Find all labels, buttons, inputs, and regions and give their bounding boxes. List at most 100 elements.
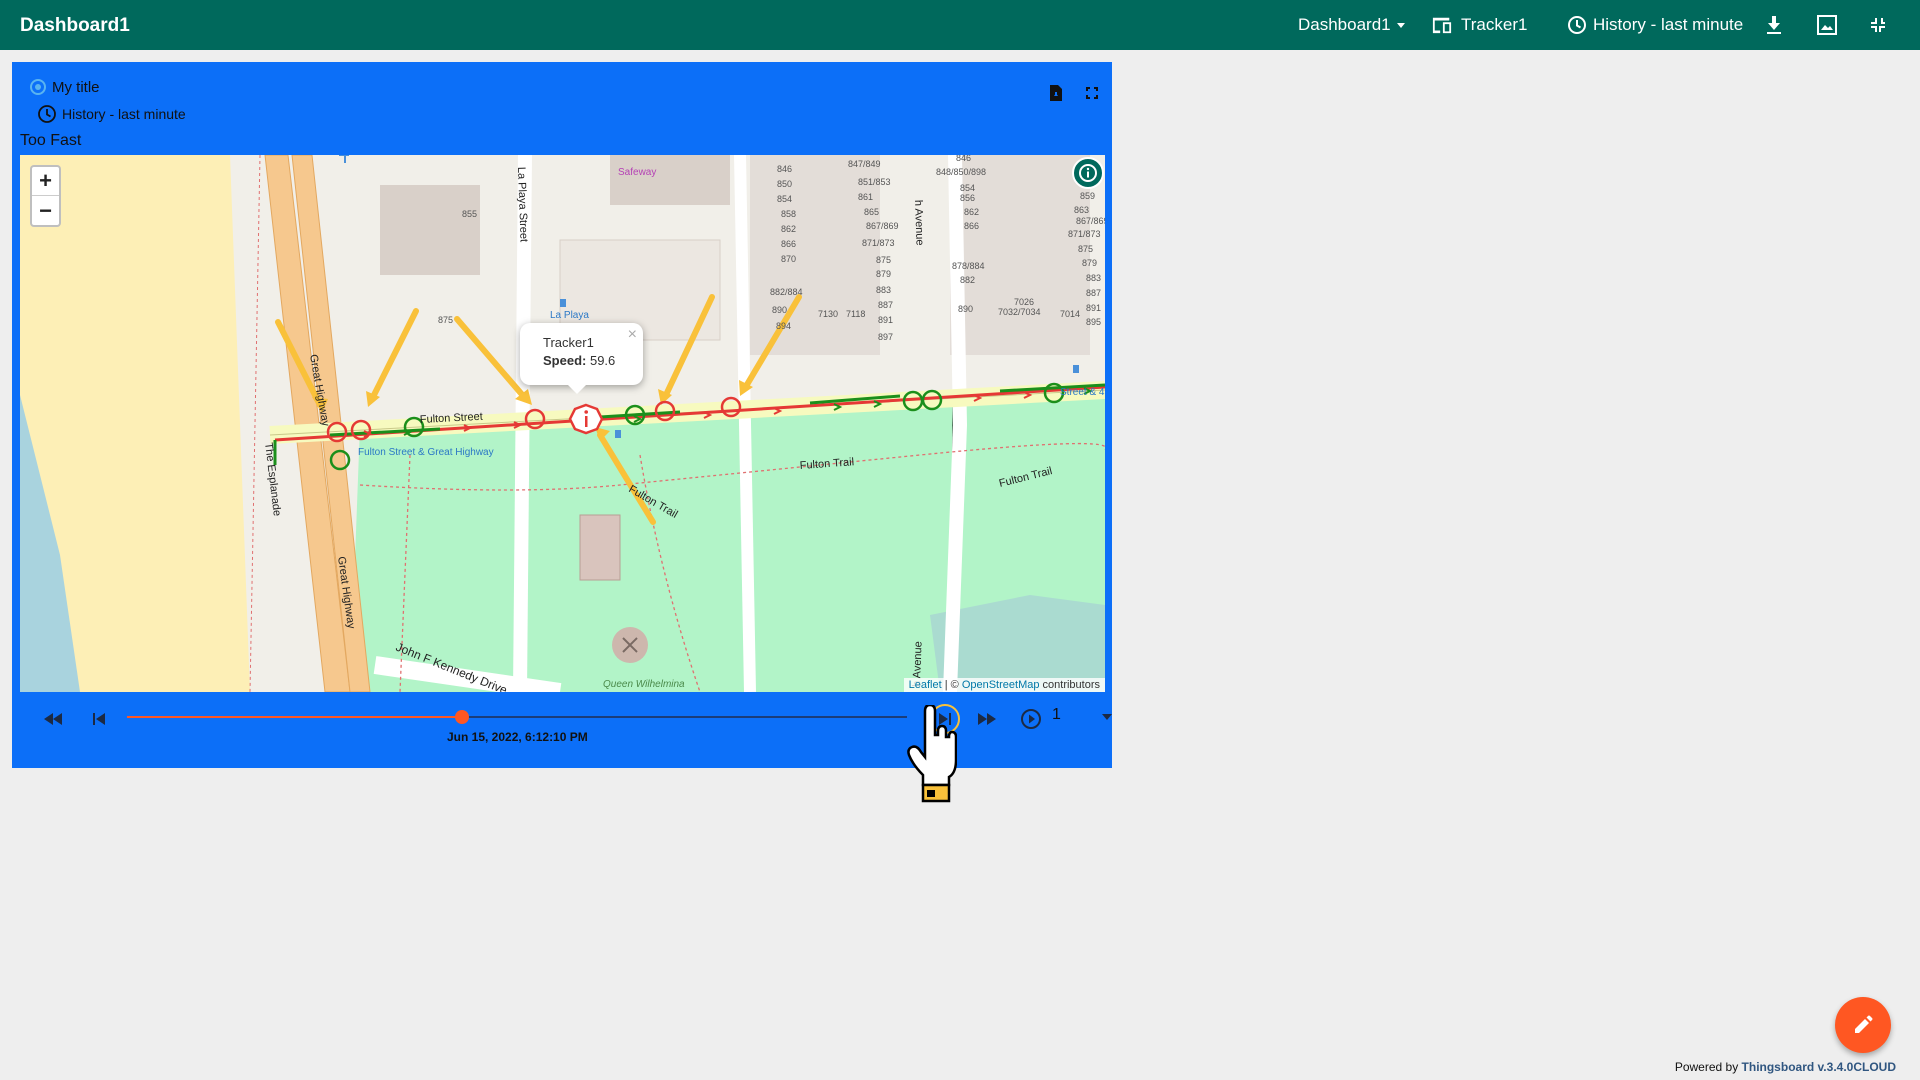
fast-rewind-icon [44,713,62,725]
skip-start-button[interactable] [86,706,112,732]
powered-by: Powered by Thingsboard v.3.4.0CLOUD [1675,1060,1896,1074]
house-number: 862 [781,224,796,234]
speed-select[interactable]: 1 [1052,706,1061,724]
export-file-icon[interactable] [1048,84,1064,102]
house-number: 871/873 [1068,229,1101,239]
speed-dropdown-icon[interactable] [1102,714,1112,720]
dashboard-select-label: Dashboard1 [1298,15,1391,34]
thingsboard-link[interactable]: Thingsboard v.3.4.0CLOUD [1742,1060,1896,1074]
edit-dashboard-button[interactable] [1835,997,1891,1053]
popup-speed-label: Speed: [543,353,587,368]
widget-title: My title [52,79,100,96]
leaflet-link[interactable]: Leaflet [909,679,942,691]
fast-forward-icon [978,713,996,725]
house-number: 867/869 [1076,216,1105,226]
popup-speed-value: 59.6 [589,353,616,368]
house-number: 871/873 [862,238,895,248]
house-number: 895 [1086,317,1101,327]
label-fulton-great: Fulton Street & Great Highway [358,447,494,458]
house-number: 867/869 [866,221,899,231]
house-number: 850 [777,179,792,189]
label-46th: Street & 46th Avenue [1060,387,1105,398]
house-number: 882 [960,275,975,285]
dashboard-select[interactable]: Dashboard1 [1298,0,1407,50]
house-number: 882/884 [770,287,803,297]
entity-select[interactable]: Tracker1 [1431,0,1527,50]
widget-legend-label: Too Fast [20,132,82,149]
house-number: 883 [876,285,891,295]
fullscreen-icon[interactable] [1085,86,1099,100]
house-number: 879 [876,269,891,279]
house-number: 7014 [1060,309,1080,319]
house-number: 894 [776,321,791,331]
timewindow-label: History - last minute [1593,15,1744,34]
download-icon [1767,16,1781,34]
fast-forward-button[interactable] [974,706,1000,732]
export-image-button[interactable] [1816,0,1838,50]
house-number: 856 [960,193,975,203]
playback-timestamp: Jun 15, 2022, 6:12:10 PM [447,730,588,744]
info-icon [1079,164,1097,182]
house-number: 855 [462,209,477,219]
house-number: 866 [964,221,979,231]
caret-down-icon [1396,23,1405,28]
zoom-out-button[interactable]: − [32,196,59,225]
house-number: 7130 [818,309,838,319]
house-number: 846 [956,155,971,163]
target-icon [30,79,46,95]
house-number: 897 [878,332,893,342]
house-number: 879 [1082,258,1097,268]
clock-icon [38,105,56,123]
house-number: 870 [781,254,796,264]
house-number: 863 [1074,205,1089,215]
house-number: 875 [876,255,891,265]
house-number: 887 [878,300,893,310]
zoom-control: + − [30,165,61,227]
clock-icon [1568,16,1586,34]
house-number: 848/850/898 [936,167,986,177]
house-number: 891 [1086,303,1101,313]
house-number: 878/884 [952,261,985,271]
attribution-separator: | © [941,679,962,691]
devices-icon [1432,17,1452,34]
house-number: 846 [777,164,792,174]
house-number: 851/853 [858,177,891,187]
house-number: 883 [1086,273,1101,283]
map-view[interactable]: Great Highway Great Highway The Esplanad… [20,155,1105,692]
play-circle-icon [1021,709,1041,729]
pointer-cursor-icon [907,705,957,803]
widget-timewindow: History - last minute [62,106,186,122]
house-number: 890 [772,305,787,315]
house-number: 859 [1080,191,1095,201]
speed-value: 1 [1052,706,1061,723]
house-number: 854 [777,194,792,204]
top-toolbar: Dashboard1 Dashboard1 Tracker1 History -… [0,0,1920,50]
download-button[interactable] [1765,0,1783,50]
house-number: 862 [964,207,979,217]
play-button[interactable] [1018,706,1044,732]
skip-previous-icon [93,713,105,725]
pencil-icon [1855,1015,1873,1033]
current-position-marker [568,403,604,435]
map-info-button[interactable] [1072,157,1104,189]
house-number: 890 [958,304,973,314]
house-number: 875 [438,315,453,325]
fast-rewind-button[interactable] [40,706,66,732]
tracker-popup: × Tracker1 Speed: 59.6 [520,323,643,394]
house-number: 7118 [846,309,865,319]
popup-close-button[interactable]: × [628,326,637,344]
osm-link[interactable]: OpenStreetMap [962,679,1040,691]
exit-fullscreen-button[interactable] [1870,0,1886,50]
attribution-contributors: contributors [1039,679,1100,691]
zoom-in-button[interactable]: + [32,167,59,196]
house-number: 854 [960,183,975,193]
timeline-thumb[interactable] [455,710,470,724]
house-number: 858 [781,209,796,219]
playback-timeline[interactable] [127,710,907,724]
label-avenue-top: h Avenue [912,200,926,246]
timewindow-button[interactable]: History - last minute [1567,0,1743,50]
label-safeway: Safeway [618,167,656,178]
label-queen: Queen Wilhelmina [603,679,685,690]
entity-label: Tracker1 [1461,15,1528,34]
app-title: Dashboard1 [20,15,130,36]
